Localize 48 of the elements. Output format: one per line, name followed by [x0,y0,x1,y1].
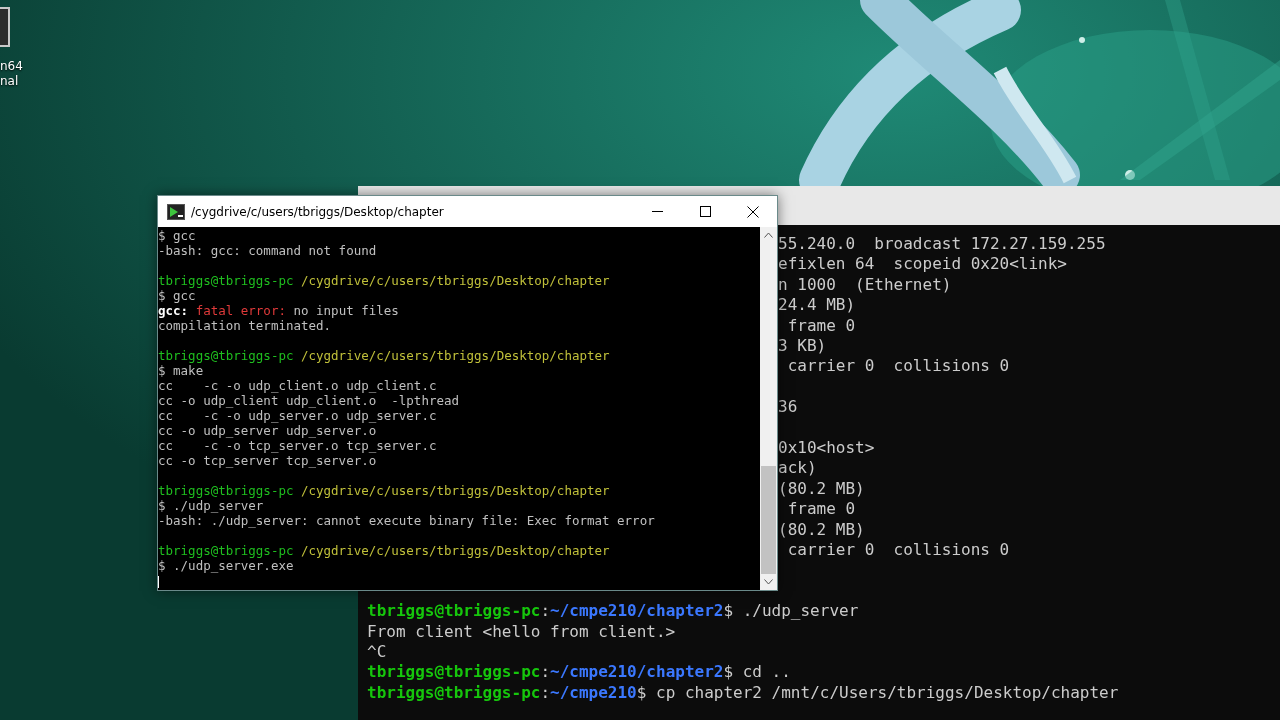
scroll-down-icon[interactable] [764,579,773,585]
terminal-line: From client <hello from client.> [367,621,677,643]
terminal-line: gcc: fatal error: no input files [158,303,400,318]
terminal-line: cc -c -o udp_client.o udp_client.c [158,378,438,393]
terminal-line: $ gcc [158,228,197,243]
terminal-line: -bash: gcc: command not found [158,243,378,258]
terminal-line: n 1000 (Ethernet) [778,274,953,296]
terminal-line: tbriggs@tbriggs-pc /cygdrive/c/users/tbriggs/Desktop/chapter [158,543,611,558]
terminal-line: (80.2 MB) [778,519,866,541]
scrollbar-thumb[interactable] [761,466,776,574]
terminal-line: 36 [778,397,799,418]
terminal-line: tbriggs@tbriggs-pc:~/cmpe210/chapter2$ ./udp_server [367,601,860,622]
text-cursor [158,576,159,588]
terminal-line: 0x10<host> [778,438,876,459]
terminal-line: $ make [158,363,205,378]
scrollbar[interactable] [760,227,777,590]
terminal-line: cc -o udp_client udp_client.o -lpthread [158,393,461,408]
window-title: /cygdrive/c/users/tbriggs/Desktop/chapter [191,204,445,219]
terminal-line: compilation terminated. [158,318,333,333]
terminal-icon [167,203,185,220]
terminal-line: 55.240.0 broadcast 172.27.159.255 [778,234,1107,255]
terminal-line: frame 0 [786,315,857,337]
terminal-line: $ ./udp_server [158,498,265,513]
maximize-icon [699,206,711,217]
terminal-line: 24.4 MB) [778,295,857,316]
terminal-line: frame 0 [786,499,857,520]
terminal-line: carrier 0 collisions 0 [786,356,1011,377]
terminal-line: tbriggs@tbriggs-pc /cygdrive/c/users/tbriggs/Desktop/chapter [158,348,611,363]
terminal-line: ack) [778,458,818,479]
terminal-line: ^C [367,642,388,663]
terminal-line: cc -o tcp_server tcp_server.o [158,453,378,468]
terminal-line: -bash: ./udp_server: cannot execute binary file: Exec format error [158,513,656,528]
terminal-line: (80.2 MB) [778,478,866,500]
close-icon [747,205,759,218]
terminal-line: tbriggs@tbriggs-pc:~/cmpe210$ cp chapter2 /mnt/c/Users/tbriggs/Desktop/chapter [367,682,1120,704]
terminal-line: cc -c -o tcp_server.o tcp_server.c [158,438,438,453]
terminal-line: $ ./udp_server.exe [158,558,295,573]
terminal-line: carrier 0 collisions 0 [786,540,1011,561]
terminal-line: efixlen 64 scopeid 0x20<link> [778,254,1068,275]
terminal-line: cc -o udp_server udp_server.o [158,423,378,438]
scroll-up-icon[interactable] [764,232,773,238]
terminal-line: cc -c -o udp_server.o udp_server.c [158,408,438,423]
terminal-line: tbriggs@tbriggs-pc /cygdrive/c/users/tbriggs/Desktop/chapter [158,273,611,288]
terminal-line: 3 KB) [778,336,828,357]
terminal-line: tbriggs@tbriggs-pc /cygdrive/c/users/tbriggs/Desktop/chapter [158,483,611,498]
icon-label[interactable]: n64 nal [0,59,23,89]
terminal-line: $ gcc [158,288,197,303]
terminal-line: tbriggs@tbriggs-pc:~/cmpe210/chapter2$ cd .. [367,662,792,683]
